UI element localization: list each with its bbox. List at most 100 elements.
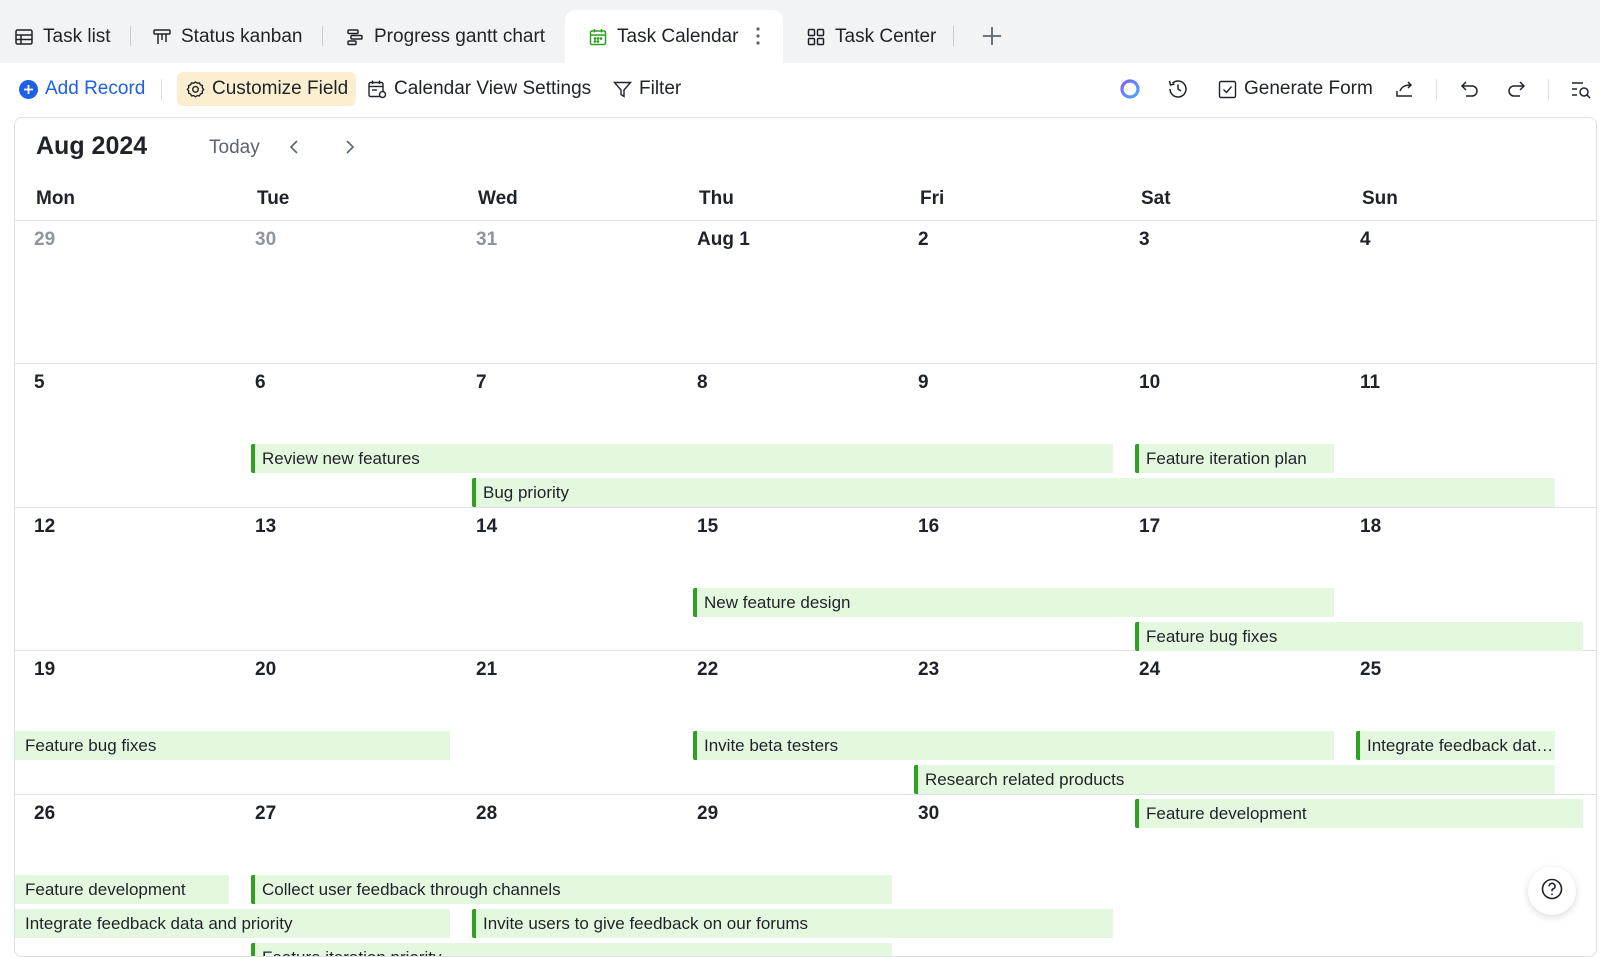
filter-icon xyxy=(612,79,633,100)
customize-field-label: Customize Field xyxy=(212,78,349,99)
day-number[interactable]: 31 xyxy=(476,229,497,251)
weekday-header: Fri xyxy=(920,188,945,209)
tab-task-list[interactable]: Task list xyxy=(14,10,111,63)
calendar-event[interactable]: Feature development xyxy=(1135,799,1583,828)
calendar-event[interactable]: Integrate feedback data and priority xyxy=(15,909,450,938)
week-divider xyxy=(15,220,1596,221)
today-button[interactable]: Today xyxy=(209,137,260,159)
grid-icon xyxy=(806,27,826,47)
day-number[interactable]: 14 xyxy=(476,516,497,538)
day-number[interactable]: 24 xyxy=(1139,659,1160,681)
tab-divider xyxy=(322,26,323,46)
day-number[interactable]: 30 xyxy=(255,229,276,251)
day-number[interactable]: 26 xyxy=(34,803,55,825)
day-number[interactable]: 10 xyxy=(1139,372,1160,394)
calendar-event[interactable]: Research related products xyxy=(914,765,1555,794)
more-vertical-icon[interactable] xyxy=(750,24,766,48)
day-number[interactable]: 20 xyxy=(255,659,276,681)
day-number[interactable]: 30 xyxy=(918,803,939,825)
kanban-icon xyxy=(152,27,172,47)
calendar-event[interactable]: Feature development xyxy=(15,875,229,904)
day-number[interactable]: 28 xyxy=(476,803,497,825)
day-number[interactable]: 3 xyxy=(1139,229,1150,251)
calendar-event[interactable]: Bug priority xyxy=(472,478,1555,507)
calendar-icon xyxy=(588,27,608,47)
history-icon[interactable] xyxy=(1166,77,1190,101)
day-number[interactable]: 8 xyxy=(697,372,708,394)
calendar-view-settings-label: Calendar View Settings xyxy=(394,78,592,99)
tab-divider xyxy=(130,26,131,46)
toolbar: Add Record Customize Field Calendar View… xyxy=(0,63,1600,117)
undo-icon[interactable] xyxy=(1457,77,1481,101)
day-number[interactable]: 27 xyxy=(255,803,276,825)
day-number[interactable]: 7 xyxy=(476,372,487,394)
add-record-button[interactable]: Add Record xyxy=(18,72,145,106)
day-number[interactable]: 9 xyxy=(918,372,929,394)
previous-month-icon[interactable] xyxy=(282,134,308,160)
tab-label: Progress gantt chart xyxy=(374,25,546,47)
calendar-event[interactable]: Feature bug fixes xyxy=(1135,622,1583,651)
calendar-event[interactable]: Review new features xyxy=(251,444,1113,473)
weekday-header: Wed xyxy=(478,188,518,209)
day-number[interactable]: 22 xyxy=(697,659,718,681)
calendar-event[interactable]: Collect user feedback through channels xyxy=(251,875,892,904)
week-divider xyxy=(15,363,1596,364)
form-check-icon xyxy=(1217,79,1238,100)
weekday-header: Mon xyxy=(36,188,76,209)
day-number[interactable]: 15 xyxy=(697,516,718,538)
weekday-header: Thu xyxy=(699,188,734,209)
day-number[interactable]: 6 xyxy=(255,372,266,394)
tab-label: Task Calendar xyxy=(617,25,739,47)
calendar-event[interactable]: Feature bug fixes xyxy=(15,731,450,760)
day-number[interactable]: 17 xyxy=(1139,516,1160,538)
gear-icon xyxy=(185,79,206,100)
day-number[interactable]: 19 xyxy=(34,659,55,681)
view-tab-bar: Task list Status kanban Progress gantt c… xyxy=(0,0,1600,63)
question-mark-icon xyxy=(1540,877,1564,906)
calendar-event[interactable]: Feature iteration priority xyxy=(251,943,892,956)
calendar-event[interactable]: Feature iteration plan xyxy=(1135,444,1334,473)
redo-icon[interactable] xyxy=(1505,77,1529,101)
add-view-icon[interactable] xyxy=(980,24,1004,48)
day-number[interactable]: 4 xyxy=(1360,229,1371,251)
day-number[interactable]: 29 xyxy=(34,229,55,251)
calendar-view-settings-button[interactable]: Calendar View Settings xyxy=(367,72,591,106)
add-record-label: Add Record xyxy=(45,78,146,99)
loading-spinner-icon xyxy=(1118,77,1142,101)
calendar-event[interactable]: Integrate feedback data... xyxy=(1356,731,1555,760)
calendar-view: Aug 2024 Today Mon Tue Wed Thu Fri Sat Sun 29 30… xyxy=(14,117,1597,957)
generate-form-button[interactable]: Generate Form xyxy=(1217,72,1373,106)
calendar-event[interactable]: Invite beta testers xyxy=(693,731,1334,760)
calendar-event[interactable]: Invite users to give feedback on our for… xyxy=(472,909,1113,938)
tab-task-center[interactable]: Task Center xyxy=(806,10,936,63)
next-month-icon[interactable] xyxy=(336,134,362,160)
customize-field-button[interactable]: Customize Field xyxy=(177,72,357,106)
day-number[interactable]: 18 xyxy=(1360,516,1381,538)
toolbar-divider xyxy=(161,79,162,101)
tab-status-kanban[interactable]: Status kanban xyxy=(152,10,302,63)
day-number[interactable]: 2 xyxy=(918,229,929,251)
day-number[interactable]: 25 xyxy=(1360,659,1381,681)
day-number[interactable]: 29 xyxy=(697,803,718,825)
day-number[interactable]: 12 xyxy=(34,516,55,538)
day-number[interactable]: 23 xyxy=(918,659,939,681)
day-number[interactable]: 11 xyxy=(1360,372,1380,394)
weekday-header: Sat xyxy=(1141,188,1171,209)
plus-circle-icon xyxy=(18,79,39,100)
day-number[interactable]: 21 xyxy=(476,659,497,681)
help-button[interactable] xyxy=(1528,867,1576,915)
filter-button[interactable]: Filter xyxy=(612,72,681,106)
filter-label: Filter xyxy=(639,78,682,99)
tab-progress-gantt[interactable]: Progress gantt chart xyxy=(345,10,545,63)
calendar-event[interactable]: New feature design xyxy=(693,588,1334,617)
tab-label: Task Center xyxy=(835,25,937,47)
toolbar-divider xyxy=(1436,79,1437,101)
day-number[interactable]: 5 xyxy=(34,372,45,394)
day-number[interactable]: 16 xyxy=(918,516,939,538)
weekday-header: Sun xyxy=(1362,188,1398,209)
day-number[interactable]: Aug 1 xyxy=(697,229,750,251)
share-icon[interactable] xyxy=(1393,77,1417,101)
tab-divider xyxy=(953,26,954,46)
day-number[interactable]: 13 xyxy=(255,516,276,538)
search-list-icon[interactable] xyxy=(1569,77,1593,101)
